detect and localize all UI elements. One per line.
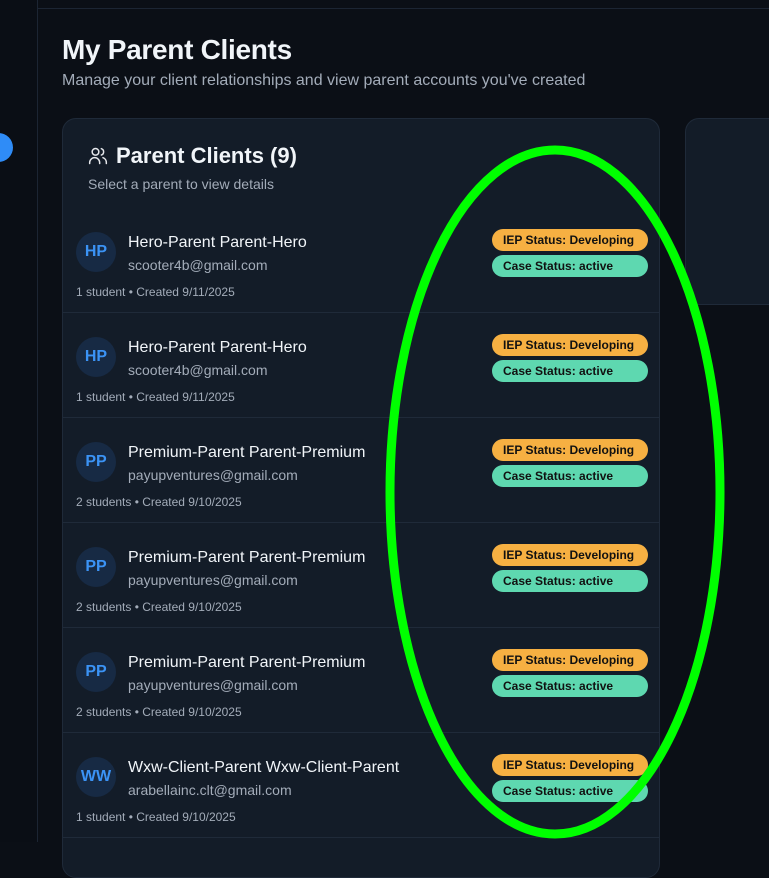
iep-status-badge: IEP Status: Developing xyxy=(492,334,648,356)
avatar: HP xyxy=(76,337,116,377)
top-bar xyxy=(38,0,769,9)
case-status-badge: Case Status: active xyxy=(492,255,648,277)
case-status-badge: Case Status: active xyxy=(492,570,648,592)
client-email: payupventures@gmail.com xyxy=(128,467,298,483)
iep-status-badge: IEP Status: Developing xyxy=(492,229,648,251)
users-icon xyxy=(88,147,108,165)
details-panel xyxy=(685,118,769,305)
sidebar xyxy=(0,0,38,842)
client-row[interactable]: PP Premium-Parent Parent-Premium payupve… xyxy=(63,418,659,523)
avatar: PP xyxy=(76,652,116,692)
case-status-badge: Case Status: active xyxy=(492,780,648,802)
client-meta: 1 student • Created 9/10/2025 xyxy=(76,810,236,824)
client-list: HP Hero-Parent Parent-Hero scooter4b@gma… xyxy=(63,208,659,838)
case-status-badge: Case Status: active xyxy=(492,675,648,697)
client-meta: 2 students • Created 9/10/2025 xyxy=(76,600,242,614)
client-email: payupventures@gmail.com xyxy=(128,572,298,588)
avatar: PP xyxy=(76,547,116,587)
client-row[interactable]: HP Hero-Parent Parent-Hero scooter4b@gma… xyxy=(63,313,659,418)
avatar: HP xyxy=(76,232,116,272)
client-name: Premium-Parent Parent-Premium xyxy=(128,549,366,566)
client-name: Hero-Parent Parent-Hero xyxy=(128,234,307,251)
client-email: arabellainc.clt@gmail.com xyxy=(128,782,292,798)
iep-status-badge: IEP Status: Developing xyxy=(492,544,648,566)
client-row[interactable]: WW Wxw-Client-Parent Wxw-Client-Parent a… xyxy=(63,733,659,838)
client-email: payupventures@gmail.com xyxy=(128,677,298,693)
case-status-badge: Case Status: active xyxy=(492,465,648,487)
client-name: Premium-Parent Parent-Premium xyxy=(128,444,366,461)
client-meta: 2 students • Created 9/10/2025 xyxy=(76,705,242,719)
iep-status-badge: IEP Status: Developing xyxy=(492,649,648,671)
client-meta: 1 student • Created 9/11/2025 xyxy=(76,285,235,299)
parent-clients-card: Parent Clients (9) Select a parent to vi… xyxy=(62,118,660,878)
client-meta: 2 students • Created 9/10/2025 xyxy=(76,495,242,509)
client-email: scooter4b@gmail.com xyxy=(128,257,268,273)
card-subtitle: Select a parent to view details xyxy=(88,176,274,192)
avatar: PP xyxy=(76,442,116,482)
iep-status-badge: IEP Status: Developing xyxy=(492,439,648,461)
client-row[interactable]: PP Premium-Parent Parent-Premium payupve… xyxy=(63,523,659,628)
client-name: Hero-Parent Parent-Hero xyxy=(128,339,307,356)
avatar: WW xyxy=(76,757,116,797)
client-meta: 1 student • Created 9/11/2025 xyxy=(76,390,235,404)
sidebar-active-indicator[interactable] xyxy=(0,133,13,162)
page-subtitle: Manage your client relationships and vie… xyxy=(62,72,586,89)
client-row[interactable]: HP Hero-Parent Parent-Hero scooter4b@gma… xyxy=(63,208,659,313)
card-title: Parent Clients (9) xyxy=(116,143,297,168)
page-title: My Parent Clients xyxy=(62,34,292,65)
client-name: Premium-Parent Parent-Premium xyxy=(128,654,366,671)
case-status-badge: Case Status: active xyxy=(492,360,648,382)
iep-status-badge: IEP Status: Developing xyxy=(492,754,648,776)
client-row[interactable]: PP Premium-Parent Parent-Premium payupve… xyxy=(63,628,659,733)
client-email: scooter4b@gmail.com xyxy=(128,362,268,378)
client-name: Wxw-Client-Parent Wxw-Client-Parent xyxy=(128,759,400,776)
